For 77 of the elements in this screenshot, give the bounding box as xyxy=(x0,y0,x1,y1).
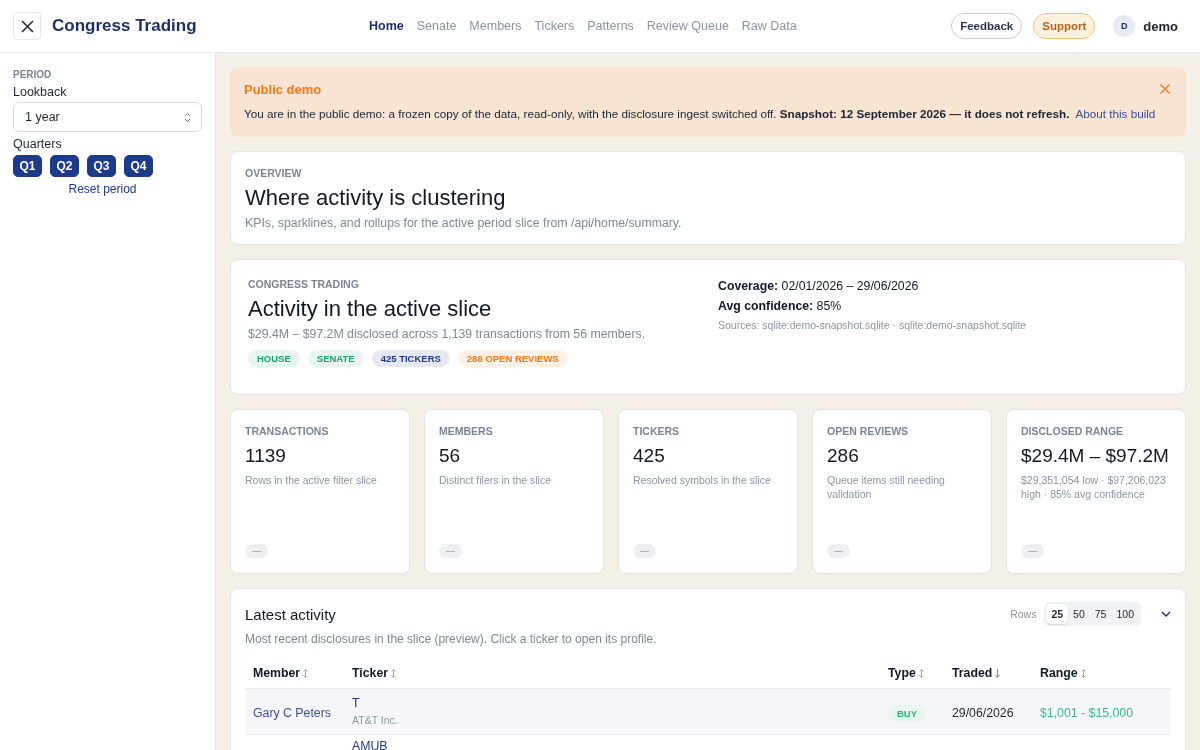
ticker-link[interactable]: T xyxy=(352,697,360,710)
empty-sparkline-tag: — xyxy=(439,544,462,558)
app-title: Congress Trading xyxy=(52,16,197,36)
chevron-up-down-icon xyxy=(184,111,191,123)
kpi-label: MEMBERS xyxy=(439,425,494,437)
trade-type-tag: BUY xyxy=(888,704,927,722)
trade-date: 29/06/2026 xyxy=(952,705,1014,720)
user-name: demo xyxy=(1143,18,1178,34)
lookback-select[interactable]: 1 year xyxy=(13,102,202,132)
section-title: Latest activity xyxy=(245,605,336,623)
column-header[interactable]: Type xyxy=(888,656,952,688)
member-link[interactable]: Gary C Peters xyxy=(253,705,331,720)
table-row[interactable]: Gary C Peters T AT&T Inc. BUY 29/06/2026 $1,001 - $15,000 xyxy=(245,689,1171,735)
section-eyebrow: CONGRESS TRADING xyxy=(248,278,360,290)
quarter-toggle[interactable]: Q4 xyxy=(124,155,153,177)
column-header[interactable]: Member xyxy=(253,656,352,688)
kpi-note: Queue items still needing validation xyxy=(827,473,946,501)
column-header[interactable]: Ticker xyxy=(352,656,888,688)
column-header[interactable]: Range xyxy=(1040,656,1171,688)
kpi-note: $29,351,054 low · $97,206,023 high · 85% avg confidence xyxy=(1021,473,1167,501)
kpi-value: 56 xyxy=(439,445,462,467)
section-label: PERIOD xyxy=(13,69,53,80)
notice-text: You are in the public demo: a frozen copy of the data, read-only, with the disclosure ingest switched off. Snapshot: 12 September 2026 — it does not refresh. About this build xyxy=(244,107,1156,120)
kpi-label: TICKERS xyxy=(633,425,681,437)
rows-option[interactable]: 25 xyxy=(1046,604,1069,624)
kpi-note: Resolved symbols in the slice xyxy=(633,473,772,487)
close-icon xyxy=(20,19,34,33)
ticker-link[interactable]: AMUB xyxy=(352,740,388,750)
collapse-button[interactable] xyxy=(1161,611,1171,617)
tag: SENATE xyxy=(307,350,364,367)
empty-sparkline-tag: — xyxy=(633,544,656,558)
kpi-label: DISCLOSED RANGE xyxy=(1021,425,1125,437)
kpi-note: Distinct filers in the slice xyxy=(439,473,553,487)
sources-text: Sources: sqlite:demo-snapshot.sqlite · sqlite:demo-snapshot.sqlite xyxy=(718,319,1027,331)
amount-range: $1,001 - $15,000 xyxy=(1040,705,1133,720)
table-row[interactable]: AMUB xyxy=(245,735,1171,750)
chevron-down-icon xyxy=(1161,611,1171,617)
close-icon xyxy=(1160,84,1170,94)
feedback-button[interactable]: Feedback xyxy=(951,13,1023,39)
reset-period-link[interactable]: Reset period xyxy=(68,182,137,196)
kpi-note: Rows in the active filter slice xyxy=(245,473,378,487)
section-title: Where activity is clustering xyxy=(245,185,507,211)
about-link[interactable]: About this build xyxy=(1075,107,1156,120)
section-title: Activity in the active slice xyxy=(248,296,493,322)
tag: 425 TICKERS xyxy=(371,350,450,367)
empty-sparkline-tag: — xyxy=(1021,544,1044,558)
section-subtitle: Most recent disclosures in the slice (preview). Click a ticker to open its profile. xyxy=(245,632,658,646)
kpi-label: TRANSACTIONS xyxy=(245,425,330,437)
rows-option[interactable]: 100 xyxy=(1111,604,1139,624)
tag: 286 OPEN REVIEWS xyxy=(457,350,568,367)
quarter-toggle[interactable]: Q3 xyxy=(87,155,116,177)
kpi-value: 286 xyxy=(827,445,860,467)
section-subtitle: KPIs, sparklines, and rollups for the active period slice from /api/home/summary. xyxy=(245,216,683,230)
tag: HOUSE xyxy=(248,350,300,367)
rows-option[interactable]: 75 xyxy=(1089,604,1112,624)
kpi-label: OPEN REVIEWS xyxy=(827,425,910,437)
section-eyebrow: OVERVIEW xyxy=(245,167,303,179)
kpi-value: 425 xyxy=(633,445,666,467)
company-name: AT&T Inc. xyxy=(352,714,398,726)
summary-text: $29.4M – $97.2M disclosed across 1,139 transactions from 56 members. xyxy=(248,327,647,341)
fact-line: Avg confidence: 85% xyxy=(718,299,842,313)
rows-label: Rows xyxy=(1010,608,1037,620)
kpi-value: 1139 xyxy=(245,445,287,467)
rows-option[interactable]: 50 xyxy=(1068,604,1090,624)
notice-title: Public demo xyxy=(244,82,322,97)
empty-sparkline-tag: — xyxy=(245,544,268,558)
field-label: Quarters xyxy=(13,137,63,151)
nav-link[interactable]: Home xyxy=(369,19,404,33)
fact-line: Coverage: 02/01/2026 – 29/06/2026 xyxy=(718,279,919,293)
quarter-toggle[interactable]: Q1 xyxy=(13,155,42,177)
empty-sparkline-tag: — xyxy=(827,544,850,558)
field-label: Lookback xyxy=(13,85,68,99)
quarter-toggle[interactable]: Q2 xyxy=(50,155,79,177)
support-button[interactable]: Support xyxy=(1033,13,1096,39)
user-avatar[interactable]: D xyxy=(1113,15,1136,37)
column-header[interactable]: Traded xyxy=(952,656,1040,688)
kpi-value: $29.4M – $97.2M xyxy=(1021,445,1170,467)
